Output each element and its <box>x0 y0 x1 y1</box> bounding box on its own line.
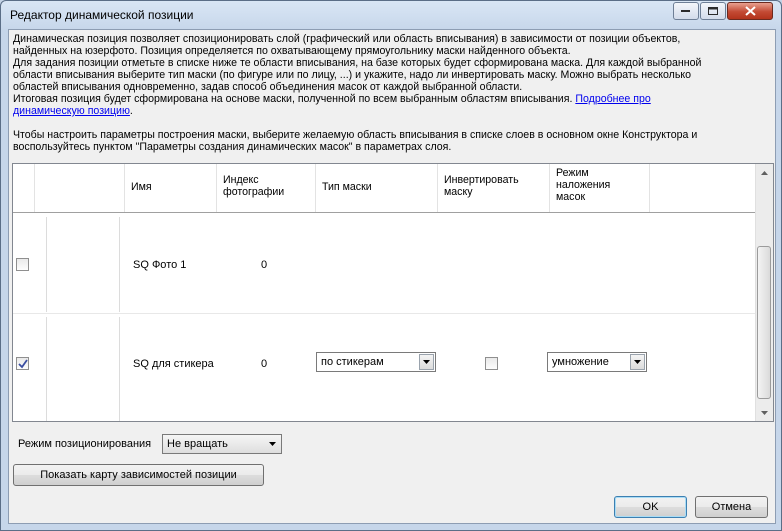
header-mask-type: Тип маски <box>316 164 438 212</box>
header-check-column <box>13 164 35 212</box>
description-paragraph-3: Итоговая позиция будет сформирована на о… <box>13 93 753 117</box>
blend-mode-value: умножение <box>552 356 609 368</box>
blend-mode-select[interactable]: умножение <box>547 352 647 372</box>
positioning-mode-value: Не вращать <box>167 438 228 450</box>
show-dependency-map-button[interactable]: Показать карту зависимостей позиции <box>13 464 264 486</box>
grid-vertical-scrollbar[interactable] <box>755 164 773 421</box>
header-invert-mask: Инвертировать маску <box>438 164 550 212</box>
grid-row[interactable]: SQ для стикера 0 по стикерам умножение <box>13 314 755 421</box>
close-icon <box>744 6 756 16</box>
header-photo-index: Индекс фотографии <box>217 164 316 212</box>
positioning-mode-label: Режим позиционирования <box>18 438 152 450</box>
row-include-checkbox[interactable] <box>16 357 29 370</box>
header-name: Имя <box>125 164 217 212</box>
invert-mask-checkbox[interactable] <box>485 357 498 370</box>
positioning-mode-select[interactable]: Не вращать <box>162 434 282 454</box>
more-about-link-line2: динамическую позицию <box>13 105 130 117</box>
row-name: SQ для стикера <box>133 358 214 370</box>
grid-row[interactable]: SQ Фото 1 0 <box>13 213 755 314</box>
description-paragraph-4: Чтобы настроить параметры построения мас… <box>13 129 698 153</box>
description-paragraph-1: Динамическая позиция позволяет спозицион… <box>13 33 681 57</box>
minimize-icon <box>681 10 690 12</box>
row-include-checkbox[interactable] <box>16 258 29 271</box>
ok-button[interactable]: OK <box>614 496 687 518</box>
grid-header: Имя Индекс фотографии Тип маски Инвертир… <box>13 164 755 213</box>
row-photo-index: 0 <box>261 358 268 370</box>
chevron-down-icon[interactable] <box>630 354 645 370</box>
header-thumb-column <box>35 164 125 212</box>
close-button[interactable] <box>727 2 773 20</box>
chevron-down-icon[interactable] <box>419 354 434 370</box>
scroll-up-arrow-icon[interactable] <box>756 164 773 181</box>
header-blend-mode: Режим наложения масок <box>550 164 650 212</box>
description-paragraph-3-text: Итоговая позиция будет сформирована на о… <box>13 93 576 105</box>
cancel-button[interactable]: Отмена <box>695 496 768 518</box>
scroll-down-arrow-icon[interactable] <box>756 404 773 421</box>
title-bar[interactable]: Редактор динамической позиции <box>1 1 781 29</box>
fit-areas-grid[interactable]: Имя Индекс фотографии Тип маски Инвертир… <box>12 163 774 422</box>
row-thumbnail <box>46 317 120 421</box>
description-paragraph-2: Для задания позиции отметьте в списке ни… <box>13 57 702 93</box>
window-title: Редактор динамической позиции <box>10 8 194 22</box>
minimize-button[interactable] <box>673 2 699 20</box>
dialog-window: Редактор динамической позиции Динамическ… <box>0 0 782 531</box>
more-about-link-line1: Подробнее про <box>575 93 651 105</box>
mask-type-select[interactable]: по стикерам <box>316 352 436 372</box>
chevron-down-icon[interactable] <box>265 436 280 452</box>
description-text: Динамическая позиция позволяет спозицион… <box>13 33 753 153</box>
maximize-button[interactable] <box>700 2 726 20</box>
row-photo-index: 0 <box>261 259 268 271</box>
check-icon <box>18 359 28 369</box>
maximize-icon <box>707 6 718 15</box>
dialog-body: Динамическая позиция позволяет спозицион… <box>8 29 776 524</box>
row-name: SQ Фото 1 <box>133 259 187 271</box>
mask-type-value: по стикерам <box>321 356 384 368</box>
scrollbar-thumb[interactable] <box>757 246 771 399</box>
description-paragraph-3-end: . <box>129 105 133 117</box>
description-spacer <box>13 117 753 129</box>
row-thumbnail <box>46 217 120 312</box>
